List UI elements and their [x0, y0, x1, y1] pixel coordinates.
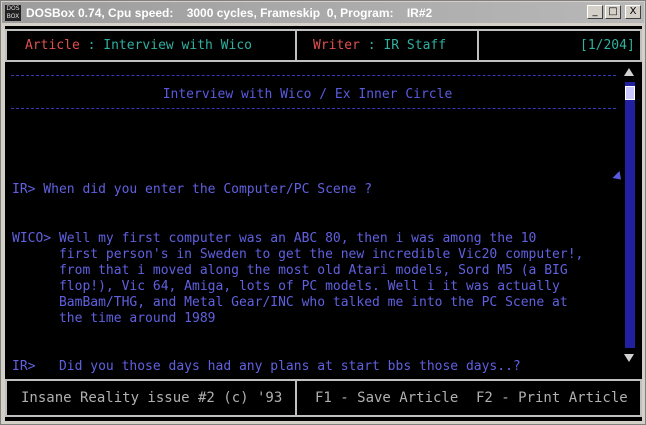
- maximize-button[interactable]: □: [605, 5, 621, 19]
- footer-bar: Insane Reality issue #2 (c) '93 F1 - Sav…: [5, 379, 642, 417]
- dosbox-window: DOS BOX DOSBox 0.74, Cpu speed: 3000 cyc…: [0, 0, 646, 425]
- close-button[interactable]: X: [625, 5, 641, 19]
- issue-credit: Insane Reality issue #2 (c) '93: [21, 390, 283, 406]
- save-article-hotkey[interactable]: F1 - Save Article: [315, 390, 458, 406]
- scroll-thumb[interactable]: [625, 86, 635, 100]
- dashed-divider: [11, 108, 616, 109]
- article-field: Article : Interview with Wico: [25, 38, 252, 53]
- scroll-up-arrow-icon[interactable]: [624, 68, 634, 76]
- dosbox-app-icon[interactable]: DOS BOX: [5, 4, 21, 21]
- article-line: first person's in Sweden to get the new …: [12, 247, 584, 262]
- title-bar[interactable]: DOS BOX DOSBox 0.74, Cpu speed: 3000 cyc…: [2, 2, 644, 23]
- article-line: WICO> Well my first computer was an ABC …: [12, 231, 537, 246]
- article-line: BamBam/THG, and Metal Gear/INC who talke…: [12, 295, 568, 310]
- article-body[interactable]: Interview with Wico / Ex Inner Circle IR…: [5, 62, 642, 377]
- article-header: Article : Interview with Wico Writer : I…: [5, 29, 642, 62]
- article-title: Interview with Wico / Ex Inner Circle: [162, 87, 453, 102]
- minimize-button[interactable]: _: [587, 5, 603, 19]
- writer-name: IR Staff: [383, 38, 447, 53]
- dashed-divider: [11, 75, 616, 76]
- article-line: IR> Did you those days had any plans at …: [12, 359, 521, 374]
- vertical-scrollbar[interactable]: [622, 62, 638, 368]
- print-article-hotkey[interactable]: F2 - Print Article: [476, 390, 628, 406]
- writer-label: Writer: [313, 38, 360, 53]
- page-indicator: [1/204]: [580, 38, 635, 53]
- article-label: Article: [25, 38, 80, 53]
- article-line: from that i moved along the most old Ata…: [12, 263, 568, 278]
- footer-divider: [295, 381, 297, 415]
- window-title: DOSBox 0.74, Cpu speed: 3000 cycles, Fra…: [26, 5, 433, 20]
- header-divider: [477, 31, 479, 60]
- article-line: IR> When did you enter the Computer/PC S…: [12, 182, 373, 197]
- scroll-track[interactable]: [625, 82, 635, 348]
- article-line: flop!), Vic 64, Amiga, lots of PC models…: [12, 279, 560, 294]
- article-name: Interview with Wico: [103, 38, 252, 53]
- writer-field: Writer : IR Staff: [313, 38, 446, 53]
- article-line: the time around 1989: [12, 311, 216, 326]
- writer-separator: :: [359, 38, 384, 53]
- scroll-down-arrow-icon[interactable]: [624, 354, 634, 362]
- dos-screen[interactable]: Article : Interview with Wico Writer : I…: [5, 26, 642, 421]
- header-divider: [295, 31, 297, 60]
- article-separator: :: [79, 38, 104, 53]
- window-controls: _ □ X: [587, 5, 641, 19]
